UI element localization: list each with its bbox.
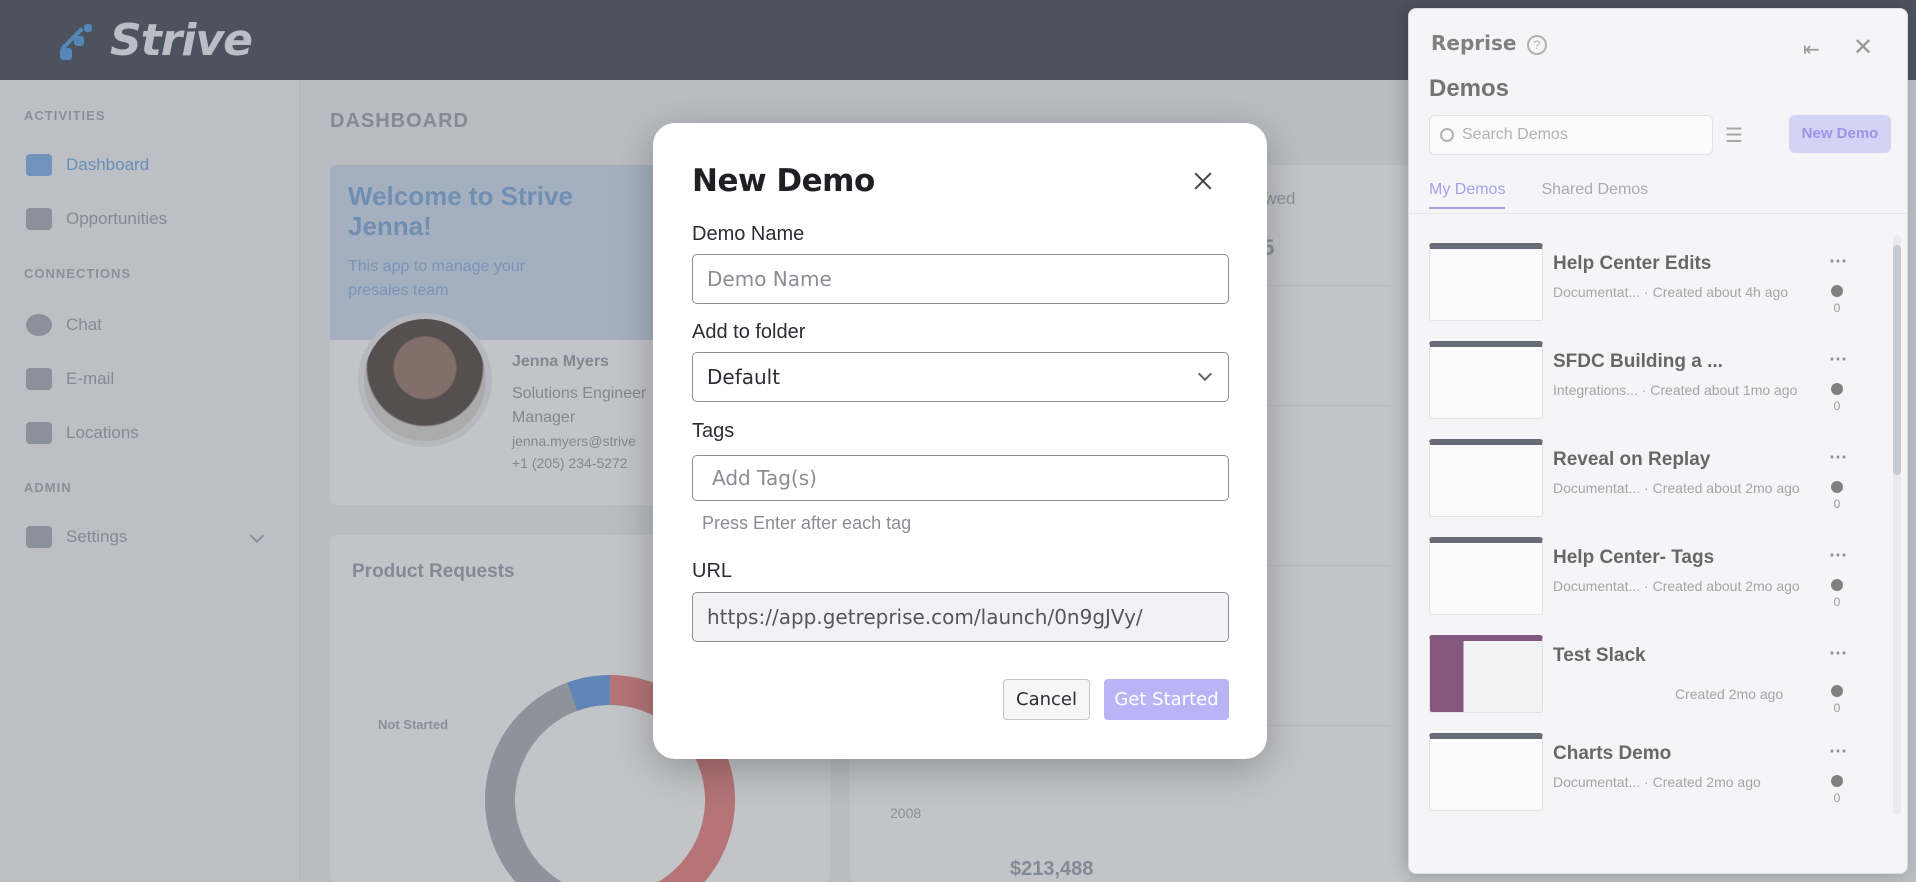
tags-hint: Press Enter after each tag (702, 513, 912, 533)
url-field[interactable] (692, 592, 1229, 642)
close-icon[interactable] (1189, 167, 1217, 195)
tags-label: Tags (692, 420, 735, 442)
demo-name-input[interactable] (692, 254, 1229, 304)
demo-name-label: Demo Name (692, 223, 805, 245)
folder-select[interactable]: Default (692, 352, 1229, 402)
url-label: URL (692, 560, 733, 582)
folder-select-value: Default (707, 365, 781, 389)
cancel-button[interactable]: Cancel (1003, 679, 1090, 720)
chevron-down-icon (1197, 366, 1213, 382)
get-started-button[interactable]: Get Started (1104, 679, 1229, 720)
dialog-title: New Demo (692, 163, 875, 199)
demos-panel: Reprise ? ⇤ ✕ Demos Search Demos ☰ New D… (1408, 8, 1908, 874)
panel-overlay (1409, 9, 1907, 873)
folder-label: Add to folder (692, 321, 806, 343)
new-demo-dialog: New Demo Demo Name Add to folder Default… (653, 123, 1267, 759)
tags-input[interactable] (692, 455, 1229, 501)
